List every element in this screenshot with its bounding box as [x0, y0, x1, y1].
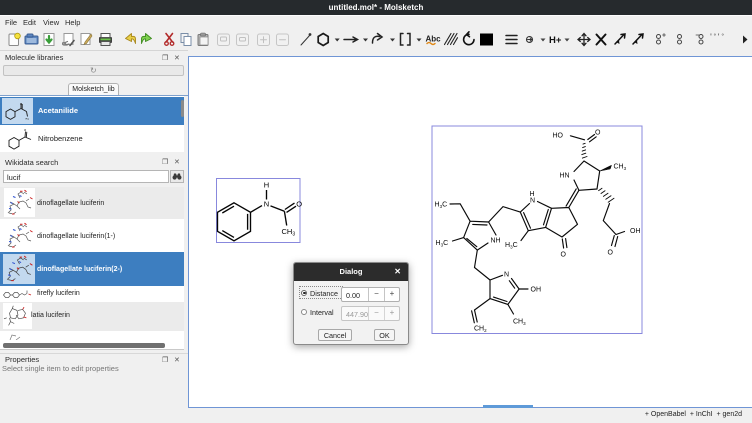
svg-text:CH3: CH3: [513, 319, 526, 326]
svg-text:O: O: [608, 250, 614, 257]
svg-text:O: O: [561, 252, 567, 259]
svg-text:ʹ°ʹ°: ʹ°ʹ°: [709, 32, 725, 40]
svg-text:CH3: CH3: [614, 164, 627, 171]
svg-text:H3C: H3C: [436, 240, 449, 247]
svg-text:H3C: H3C: [435, 202, 448, 209]
svg-text:CH2: CH2: [474, 326, 487, 333]
svg-text:N: N: [264, 200, 269, 209]
svg-text:CH3: CH3: [282, 227, 296, 238]
svg-text:HN: HN: [560, 173, 570, 180]
svg-text:NH: NH: [491, 238, 501, 245]
svg-text:OH: OH: [630, 228, 641, 235]
svg-text:O: O: [296, 199, 302, 208]
svg-text:OH: OH: [531, 287, 542, 294]
svg-text:O: O: [595, 130, 601, 137]
svg-text:HO: HO: [553, 133, 564, 140]
svg-text:H3C: H3C: [505, 242, 518, 249]
svg-text:H+: H+: [549, 35, 562, 46]
svg-text:ₕ₃: ₕ₃: [26, 116, 30, 121]
svg-text:o: o: [24, 127, 27, 132]
svg-text:H: H: [264, 180, 269, 189]
svg-text:N: N: [504, 272, 509, 279]
svg-text:N: N: [530, 198, 535, 205]
